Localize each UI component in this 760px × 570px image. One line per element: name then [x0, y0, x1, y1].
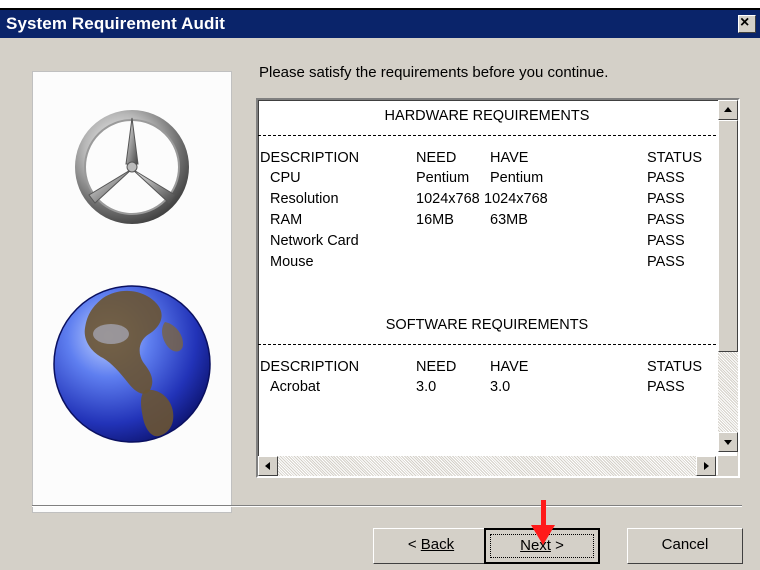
hw-row-have: 63MB — [490, 212, 528, 228]
sw-row-have: 3.0 — [490, 379, 511, 395]
red-arrow-icon — [541, 500, 546, 528]
hw-row-status: PASS — [647, 170, 685, 186]
hw-col-need: NEED — [416, 150, 457, 166]
hw-row-description: Resolution — [270, 191, 339, 207]
sw-col-status: STATUS — [647, 359, 703, 375]
arrow-down-icon — [724, 440, 732, 445]
sw-col-description: DESCRIPTION — [260, 359, 360, 375]
hw-row-description: CPU — [270, 170, 301, 186]
sw-row-need: 3.0 — [416, 379, 437, 395]
hw-row-status: PASS — [647, 233, 685, 249]
hardware-divider — [258, 135, 716, 136]
instruction-text: Please satisfy the requirements before y… — [259, 64, 609, 81]
vertical-scrollbar[interactable] — [718, 100, 738, 452]
hw-col-have: HAVE — [490, 150, 529, 166]
arrow-left-icon — [265, 462, 270, 470]
hw-col-description: DESCRIPTION — [260, 150, 360, 166]
requirements-content: HARDWARE REQUIREMENTS DESCRIPTION NEED H… — [258, 100, 716, 452]
close-icon: × — [740, 14, 750, 31]
hw-row-need: 1024x768 — [416, 191, 480, 207]
hw-row-description: RAM — [270, 212, 303, 228]
scroll-right-button[interactable] — [696, 456, 716, 476]
back-label: Back — [420, 536, 455, 553]
close-button[interactable]: × — [738, 14, 756, 33]
arrow-right-icon — [704, 462, 709, 470]
red-arrow-head-icon — [531, 525, 555, 545]
vertical-scroll-track[interactable] — [718, 352, 738, 432]
cancel-button[interactable]: Cancel — [627, 528, 743, 564]
scrollbar-corner — [718, 456, 738, 476]
sw-row-description: Acrobat — [270, 379, 320, 395]
software-heading: SOFTWARE REQUIREMENTS — [385, 317, 589, 333]
horizontal-scroll-track[interactable] — [278, 456, 696, 476]
hw-row-have: Pentium — [490, 170, 544, 186]
sw-col-need: NEED — [416, 359, 457, 375]
vertical-scroll-thumb[interactable] — [718, 120, 738, 352]
globe-icon — [53, 285, 211, 443]
cancel-label: Cancel — [661, 536, 709, 553]
title-bar[interactable]: System Requirement Audit × — [0, 10, 760, 38]
sw-col-have: HAVE — [490, 359, 529, 375]
hw-row-need: 16MB — [416, 212, 454, 228]
arrow-up-icon — [724, 107, 732, 112]
left-image-panel — [32, 71, 232, 513]
sw-row-status: PASS — [647, 379, 685, 395]
hw-row-have: 1024x768 — [484, 191, 548, 207]
hw-row-need: Pentium — [416, 170, 470, 186]
hw-row-status: PASS — [647, 212, 685, 228]
hw-row-description: Mouse — [270, 254, 314, 270]
hw-row-description: Network Card — [270, 233, 359, 249]
scroll-up-button[interactable] — [718, 100, 738, 120]
back-chevron-icon: < — [407, 536, 421, 553]
scroll-down-button[interactable] — [718, 432, 738, 452]
hardware-heading: HARDWARE REQUIREMENTS — [384, 108, 590, 124]
requirements-listbox[interactable]: HARDWARE REQUIREMENTS DESCRIPTION NEED H… — [256, 98, 740, 478]
button-separator-highlight — [32, 506, 742, 507]
hw-row-status: PASS — [647, 191, 685, 207]
hw-col-status: STATUS — [647, 150, 703, 166]
window-title: System Requirement Audit — [6, 14, 226, 33]
scroll-left-button[interactable] — [258, 456, 278, 476]
back-button[interactable]: < Back — [373, 528, 489, 564]
dialog-body: Please satisfy the requirements before y… — [0, 38, 760, 570]
hw-row-status: PASS — [647, 254, 685, 270]
horizontal-scrollbar[interactable] — [258, 456, 716, 476]
software-divider — [258, 344, 716, 345]
